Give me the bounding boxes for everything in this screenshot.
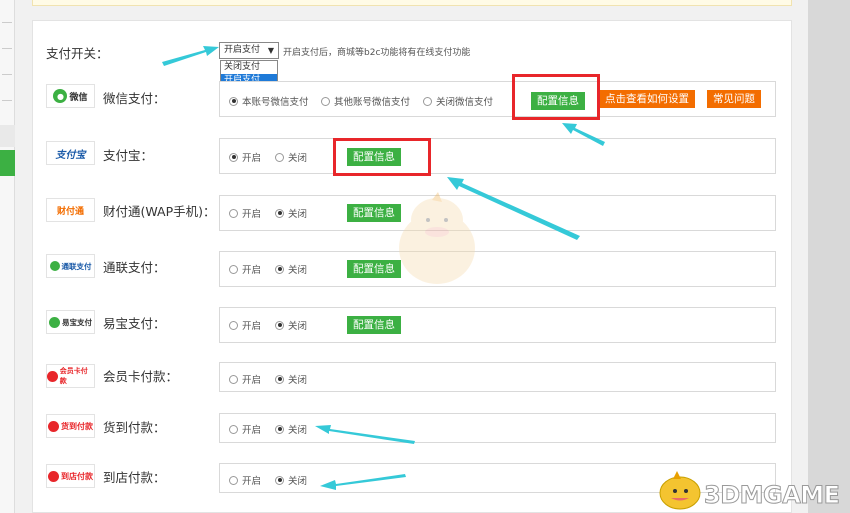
- radio-dot[interactable]: [275, 152, 284, 162]
- highlight-box: [512, 74, 600, 120]
- radio-dot[interactable]: [275, 208, 284, 218]
- caret-down-icon: ▼: [267, 46, 274, 55]
- method-name: 到店付款：: [103, 470, 166, 485]
- yeepay-logo: 易宝支付: [46, 310, 95, 334]
- radio-option[interactable]: 开启: [229, 206, 261, 220]
- dropdown-option[interactable]: 关闭支付: [221, 61, 277, 74]
- sidebar-chevron-icon[interactable]: [2, 48, 12, 49]
- radio-option[interactable]: 关闭: [275, 473, 307, 487]
- radio-dot[interactable]: [229, 320, 238, 330]
- radio-option[interactable]: 关闭: [275, 372, 307, 386]
- radio-option[interactable]: 开启: [229, 473, 261, 487]
- radio-option[interactable]: 关闭: [275, 150, 307, 164]
- radio-dot[interactable]: [229, 208, 238, 218]
- how-to-setup-button[interactable]: 点击查看如何设置: [599, 90, 695, 108]
- allinpay-logo: 通联支付: [46, 254, 95, 278]
- radio-option[interactable]: 关闭: [275, 318, 307, 332]
- watermark-text: 3DMGAME: [704, 481, 841, 510]
- radio-option[interactable]: 关闭: [275, 262, 307, 276]
- radio-dot[interactable]: [275, 374, 284, 384]
- method-name: 财付通(WAP手机)：: [103, 204, 216, 219]
- pay-switch-label: 支付开关：: [46, 46, 109, 61]
- radio-dot[interactable]: [229, 152, 238, 162]
- radio-option[interactable]: 开启: [229, 372, 261, 386]
- pay-at-store-logo: 到店付款: [46, 464, 95, 488]
- pay-switch-select[interactable]: 开启支付 ▼: [219, 42, 279, 59]
- left-sidebar: [0, 0, 15, 513]
- radio-option[interactable]: 开启: [229, 422, 261, 436]
- member-card-logo: 会员卡付款: [46, 364, 95, 388]
- wechat-logo: ● 微信: [46, 84, 95, 108]
- radio-option[interactable]: 关闭微信支付: [423, 94, 493, 108]
- radio-option[interactable]: 关闭: [275, 206, 307, 220]
- radio-option[interactable]: 其他账号微信支付: [321, 94, 410, 108]
- member-card-icon: [47, 370, 58, 382]
- wechat-icon: ●: [53, 89, 68, 103]
- faq-button[interactable]: 常见问题: [707, 90, 761, 108]
- radio-option[interactable]: 本账号微信支付: [229, 94, 309, 108]
- radio-option[interactable]: 关闭: [275, 422, 307, 436]
- radio-option[interactable]: 开启: [229, 150, 261, 164]
- tenpay-logo: 财付通: [46, 198, 95, 222]
- pay-switch-hint: 开启支付后，商城等b2c功能将有在线支付功能: [283, 48, 471, 58]
- mascot-watermark-icon: [399, 192, 475, 284]
- radio-dot[interactable]: [275, 475, 284, 485]
- store-icon: [48, 470, 59, 482]
- sidebar-item[interactable]: [0, 125, 15, 147]
- method-name: 支付宝：: [103, 148, 154, 163]
- method-name: 通联支付：: [103, 260, 166, 275]
- sidebar-chevron-icon[interactable]: [2, 74, 12, 75]
- radio-dot[interactable]: [275, 424, 284, 434]
- radio-dot[interactable]: [275, 320, 284, 330]
- radio-dot[interactable]: [321, 96, 330, 106]
- highlight-box: [333, 138, 431, 176]
- radio-dot[interactable]: [423, 96, 432, 106]
- method-name: 易宝支付：: [103, 316, 166, 331]
- radio-dot[interactable]: [229, 424, 238, 434]
- radio-dot[interactable]: [275, 264, 284, 274]
- sidebar-chevron-icon[interactable]: [2, 100, 12, 101]
- alipay-logo: 支付宝: [46, 141, 95, 165]
- sidebar-chevron-icon[interactable]: [2, 22, 12, 23]
- sidebar-item-active[interactable]: [0, 150, 15, 176]
- radio-dot[interactable]: [229, 264, 238, 274]
- allinpay-icon: [49, 261, 60, 271]
- radio-option[interactable]: 开启: [229, 262, 261, 276]
- method-name: 会员卡付款：: [103, 369, 179, 384]
- config-info-button[interactable]: 配置信息: [347, 316, 401, 334]
- radio-option[interactable]: 开启: [229, 318, 261, 332]
- cod-icon: [48, 420, 59, 432]
- right-scroll-area: [808, 0, 850, 513]
- radio-dot[interactable]: [229, 475, 238, 485]
- method-name: 微信支付：: [103, 91, 166, 106]
- cod-logo: 货到付款: [46, 414, 95, 438]
- radio-dot[interactable]: [229, 96, 238, 106]
- method-name: 货到付款：: [103, 420, 166, 435]
- radio-dot[interactable]: [229, 374, 238, 384]
- notice-bar: [32, 0, 792, 6]
- yeepay-icon: [49, 316, 60, 328]
